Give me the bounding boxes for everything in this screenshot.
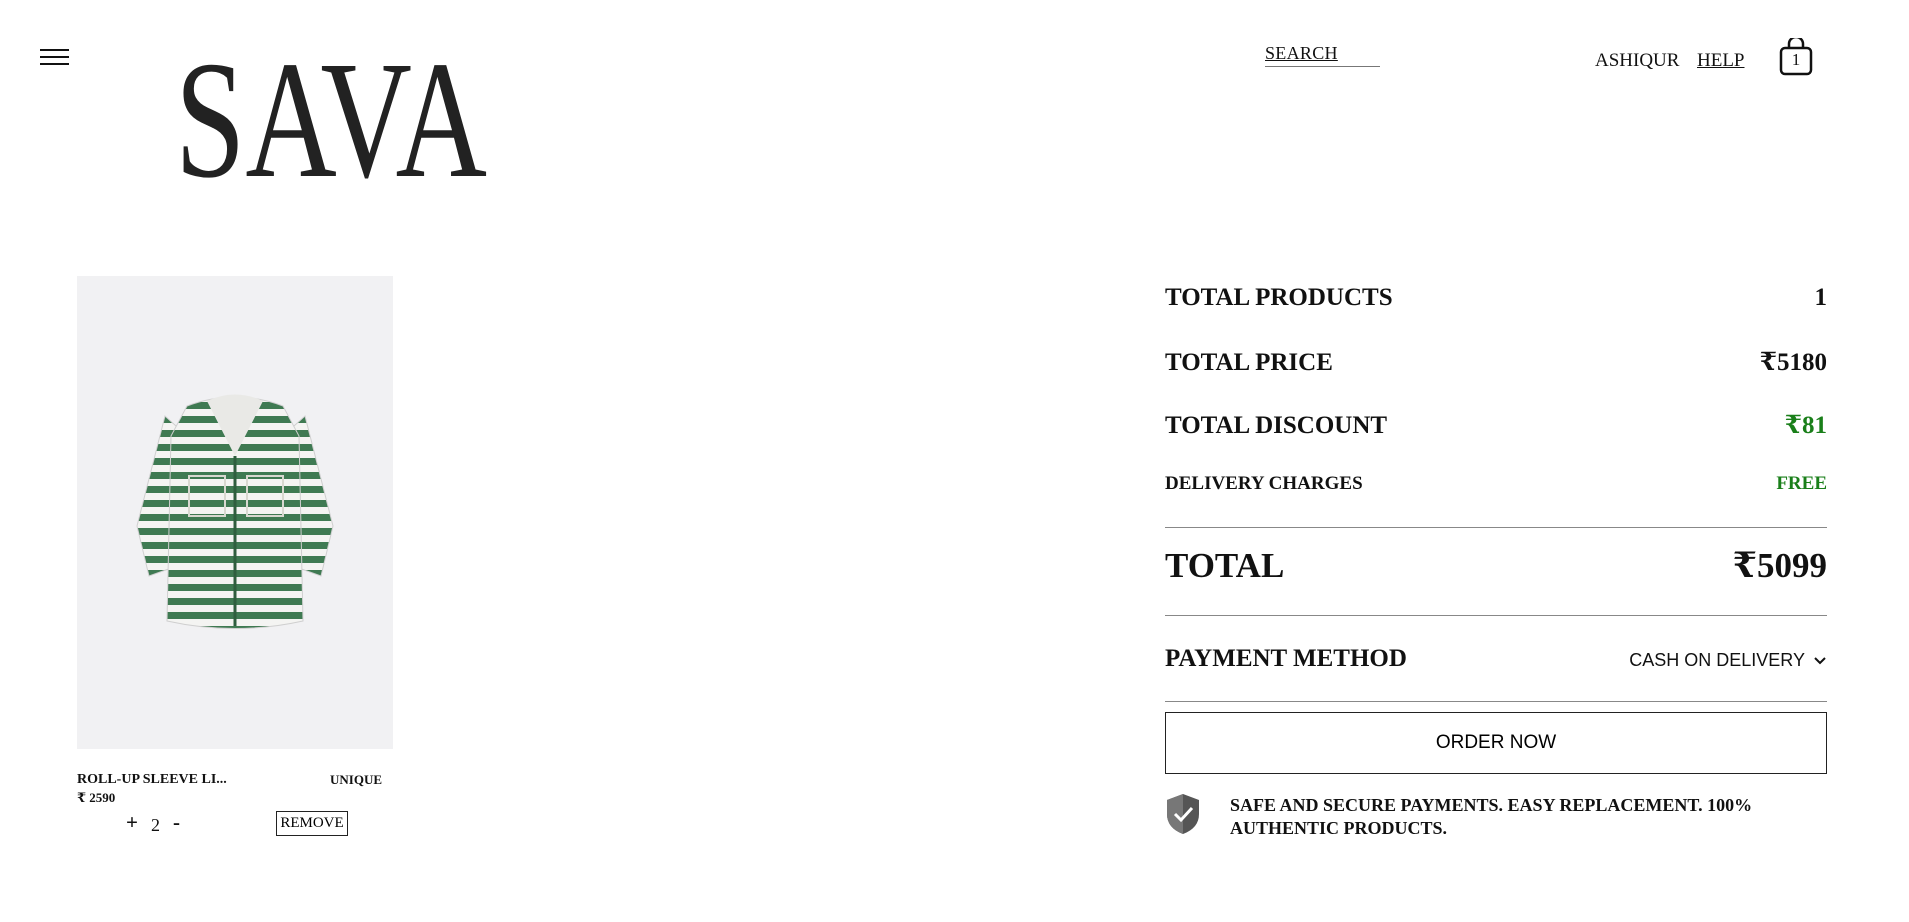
- divider: [1165, 615, 1827, 616]
- quantity-decrease-button[interactable]: -: [173, 810, 180, 835]
- grand-total-row: TOTAL ₹5099: [1165, 545, 1827, 586]
- delivery-charges-value: FREE: [1776, 473, 1827, 494]
- payment-method-label: PAYMENT METHOD: [1165, 645, 1407, 672]
- product-name[interactable]: ROLL-UP SLEEVE LI...: [77, 772, 267, 788]
- grand-total-value: ₹5099: [1732, 546, 1827, 585]
- total-price-row: TOTAL PRICE ₹5180: [1165, 347, 1827, 377]
- total-discount-value: ₹81: [1784, 412, 1827, 439]
- grand-total-label: TOTAL: [1165, 546, 1285, 585]
- payment-method-value: CASH ON DELIVERY: [1629, 650, 1805, 670]
- search-input[interactable]: SEARCH: [1265, 43, 1380, 67]
- divider: [1165, 527, 1827, 528]
- cart-button[interactable]: 1: [1778, 35, 1814, 76]
- total-price-value: ₹5180: [1759, 349, 1827, 376]
- shield-check-icon: [1167, 794, 1199, 834]
- total-price-label: TOTAL PRICE: [1165, 349, 1333, 376]
- divider: [1165, 701, 1827, 702]
- total-products-label: TOTAL PRODUCTS: [1165, 284, 1393, 311]
- payment-method-select[interactable]: CASH ON DELIVERY: [1629, 650, 1827, 671]
- payment-method-row: PAYMENT METHOD CASH ON DELIVERY: [1165, 645, 1827, 673]
- brand-logo[interactable]: SAVA: [175, 46, 487, 182]
- total-discount-label: TOTAL DISCOUNT: [1165, 412, 1388, 439]
- total-products-value: 1: [1814, 284, 1828, 311]
- quantity-increase-button[interactable]: +: [126, 810, 138, 835]
- product-price: ₹ 2590: [77, 790, 116, 805]
- delivery-charges-label: DELIVERY CHARGES: [1165, 473, 1363, 494]
- hamburger-menu-icon[interactable]: [40, 49, 69, 69]
- user-name[interactable]: ASHIQUR: [1595, 50, 1679, 72]
- order-now-button[interactable]: ORDER NOW: [1165, 712, 1827, 774]
- delivery-charges-row: DELIVERY CHARGES FREE: [1165, 473, 1827, 495]
- quantity-value: 2: [151, 815, 160, 835]
- secure-payment-note: SAFE AND SECURE PAYMENTS. EASY REPLACEME…: [1230, 795, 1753, 838]
- total-products-row: TOTAL PRODUCTS 1: [1165, 284, 1827, 312]
- cart-count: 1: [1791, 50, 1801, 69]
- remove-button[interactable]: REMOVE: [276, 811, 348, 836]
- product-tag: UNIQUE: [330, 772, 383, 787]
- total-discount-row: TOTAL DISCOUNT ₹81: [1165, 410, 1827, 440]
- svg-text:SAVA: SAVA: [175, 46, 487, 182]
- chevron-down-icon: [1814, 656, 1826, 664]
- help-link[interactable]: HELP: [1697, 50, 1745, 72]
- product-image[interactable]: [77, 276, 393, 749]
